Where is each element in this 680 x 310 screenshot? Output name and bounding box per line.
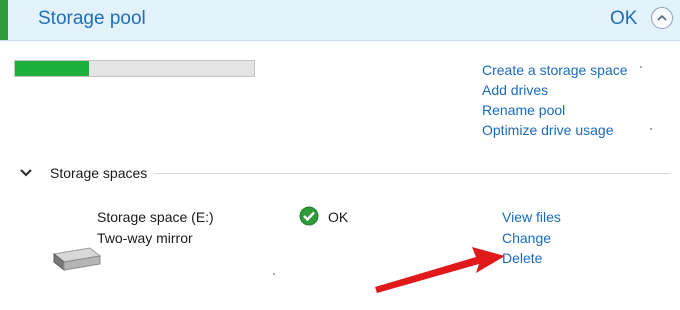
artifact-dot — [273, 273, 275, 275]
drive-icon — [52, 247, 102, 272]
collapse-button[interactable] — [651, 7, 673, 29]
artifact-dot — [640, 66, 642, 68]
view-files-link[interactable]: View files — [502, 209, 561, 225]
chevron-up-icon — [657, 14, 667, 21]
change-link[interactable]: Change — [502, 230, 551, 246]
chevron-down-icon — [20, 169, 32, 177]
section-divider — [155, 173, 670, 174]
storage-pool-header: Storage pool OK — [0, 0, 680, 41]
status-accent-bar — [0, 0, 8, 40]
pool-usage-bar — [14, 60, 255, 77]
annotation-arrow — [375, 247, 505, 293]
storage-spaces-toggle[interactable] — [19, 166, 33, 178]
rename-pool-link[interactable]: Rename pool — [482, 102, 565, 118]
storage-spaces-heading: Storage spaces — [50, 165, 148, 181]
add-drives-link[interactable]: Add drives — [482, 82, 548, 98]
optimize-drive-usage-link[interactable]: Optimize drive usage — [482, 122, 614, 138]
create-storage-space-link[interactable]: Create a storage space — [482, 62, 628, 78]
pool-title: Storage pool — [38, 8, 146, 29]
pool-status: OK — [610, 8, 638, 29]
artifact-dot — [650, 128, 652, 130]
storage-space-status: OK — [328, 209, 349, 225]
check-circle-icon — [299, 206, 319, 226]
storage-space-resiliency: Two-way mirror — [97, 230, 193, 246]
pool-usage-fill — [15, 61, 90, 76]
delete-link[interactable]: Delete — [502, 250, 542, 266]
storage-space-name: Storage space (E:) — [97, 209, 214, 225]
